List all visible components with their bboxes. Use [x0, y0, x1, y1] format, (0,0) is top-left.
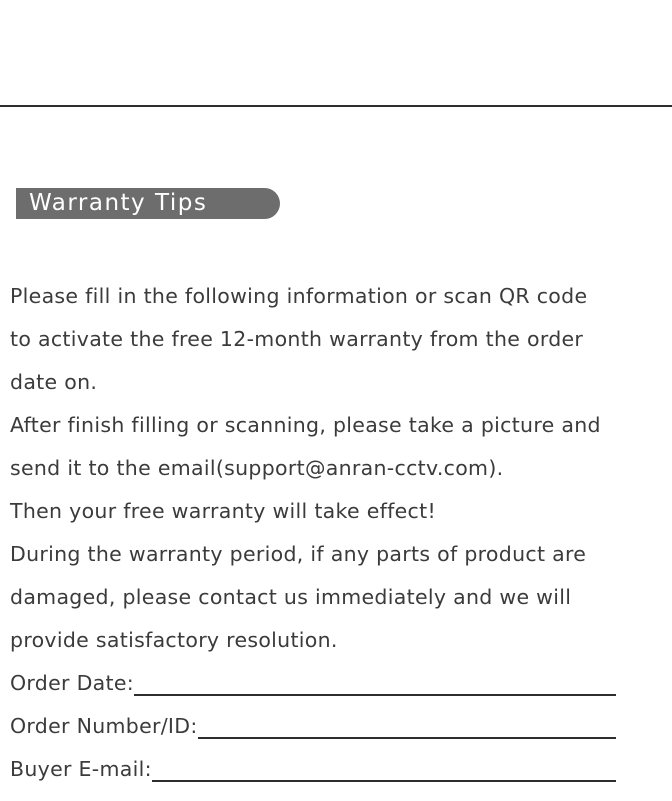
instruction-line: Please fill in the following information…: [10, 284, 588, 308]
order-number-field: Order Number/ID:: [10, 705, 616, 748]
buyer-email-blank[interactable]: [151, 780, 616, 782]
order-date-blank[interactable]: [133, 694, 616, 696]
instruction-line: send it to the email(support@anran-cctv.…: [10, 456, 504, 480]
instruction-line: provide satisfactory resolution.: [10, 628, 338, 652]
section-title: Warranty Tips: [29, 190, 208, 216]
instruction-line: damaged, please contact us immediately a…: [10, 585, 572, 609]
section-header-badge: Warranty Tips: [16, 188, 280, 219]
instruction-line: date on.: [10, 370, 98, 394]
instruction-line: After finish filling or scanning, please…: [10, 413, 601, 437]
top-divider: [0, 105, 672, 107]
order-number-label: Order Number/ID:: [10, 714, 198, 738]
buyer-email-label: Buyer E-mail:: [10, 757, 152, 781]
warranty-instructions: Please fill in the following information…: [10, 275, 670, 791]
instruction-line: Then your free warranty will take effect…: [10, 499, 436, 523]
order-number-blank[interactable]: [197, 737, 616, 739]
instruction-line: During the warranty period, if any parts…: [10, 542, 587, 566]
instruction-line: to activate the free 12-month warranty f…: [10, 327, 584, 351]
buyer-email-field: Buyer E-mail:: [10, 748, 616, 791]
order-date-label: Order Date:: [10, 671, 134, 695]
order-date-field: Order Date:: [10, 662, 616, 705]
